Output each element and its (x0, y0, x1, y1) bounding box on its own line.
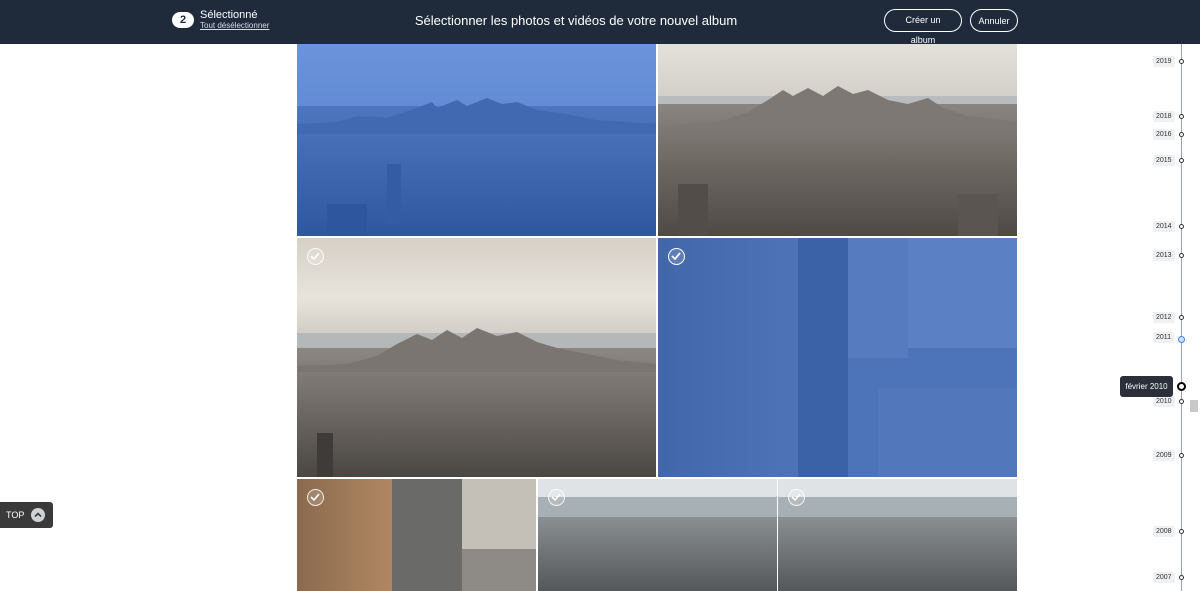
timeline-dot[interactable] (1179, 529, 1184, 534)
chevron-up-icon (31, 508, 45, 522)
timeline-year-2008[interactable]: 2008 (1153, 526, 1175, 537)
timeline-year-2014[interactable]: 2014 (1153, 221, 1175, 232)
timeline-year-2007[interactable]: 2007 (1153, 572, 1175, 583)
photo-tile-3[interactable] (297, 238, 656, 477)
timeline-year-2015[interactable]: 2015 (1153, 155, 1175, 166)
timeline-year-2009[interactable]: 2009 (1153, 450, 1175, 461)
timeline-tooltip: février 2010 (1120, 376, 1173, 397)
timeline-dot[interactable] (1179, 224, 1184, 229)
photo-tile-1[interactable] (297, 44, 656, 236)
timeline-year-2012[interactable]: 2012 (1153, 312, 1175, 323)
photo-tile-5[interactable] (297, 479, 536, 591)
building (462, 479, 536, 549)
building (678, 184, 708, 236)
timeline-dot[interactable] (1179, 575, 1184, 580)
photo-city (538, 517, 777, 591)
skyline-graphic (658, 86, 1017, 132)
timeline-year-2018[interactable]: 2018 (1153, 111, 1175, 122)
timeline-year-2011[interactable]: 2011 (1153, 332, 1175, 343)
top-label: TOP (6, 510, 25, 520)
photo-tile-6[interactable] (538, 479, 777, 591)
timeline-year-2016[interactable]: 2016 (1153, 129, 1175, 140)
timeline-dot[interactable] (1179, 59, 1184, 64)
photo-city (778, 517, 1017, 591)
timeline-dot[interactable] (1179, 453, 1184, 458)
timeline-active-dot[interactable] (1178, 336, 1185, 343)
photo-tile-7[interactable] (778, 479, 1017, 591)
selection-overlay (658, 238, 1017, 477)
select-checkbox[interactable] (548, 489, 565, 506)
timeline-dot[interactable] (1179, 315, 1184, 320)
photo-tile-2[interactable] (658, 44, 1017, 236)
timeline-current-marker[interactable] (1177, 382, 1186, 391)
timeline-year-2013[interactable]: 2013 (1153, 250, 1175, 261)
year-timeline[interactable]: 2019 2018 2016 2015 2014 2013 2012 2011 … (1140, 44, 1200, 591)
building (958, 194, 998, 236)
photo-grid (297, 44, 1017, 591)
timeline-dot[interactable] (1179, 132, 1184, 137)
create-album-button[interactable]: Créer un album (884, 9, 962, 45)
cancel-button[interactable]: Annuler (970, 9, 1018, 32)
timeline-dot[interactable] (1179, 399, 1184, 404)
building (317, 433, 333, 477)
street (392, 479, 462, 591)
photo-tile-4[interactable] (658, 238, 1017, 477)
select-checkbox[interactable] (307, 489, 324, 506)
selection-overlay (297, 44, 656, 236)
scrollbar-thumb[interactable] (1190, 400, 1198, 412)
back-to-top-button[interactable]: TOP (0, 502, 53, 528)
timeline-dot[interactable] (1179, 114, 1184, 119)
timeline-year-2010[interactable]: 2010 (1153, 396, 1175, 407)
skyline-graphic (297, 328, 656, 372)
timeline-dot[interactable] (1179, 253, 1184, 258)
select-checkbox[interactable] (668, 248, 685, 265)
select-checkbox[interactable] (788, 489, 805, 506)
selection-header: 2 Sélectionné Tout désélectionner Sélect… (0, 0, 1200, 45)
select-checkbox[interactable] (307, 248, 324, 265)
timeline-year-2019[interactable]: 2019 (1153, 56, 1175, 67)
timeline-dot[interactable] (1179, 158, 1184, 163)
